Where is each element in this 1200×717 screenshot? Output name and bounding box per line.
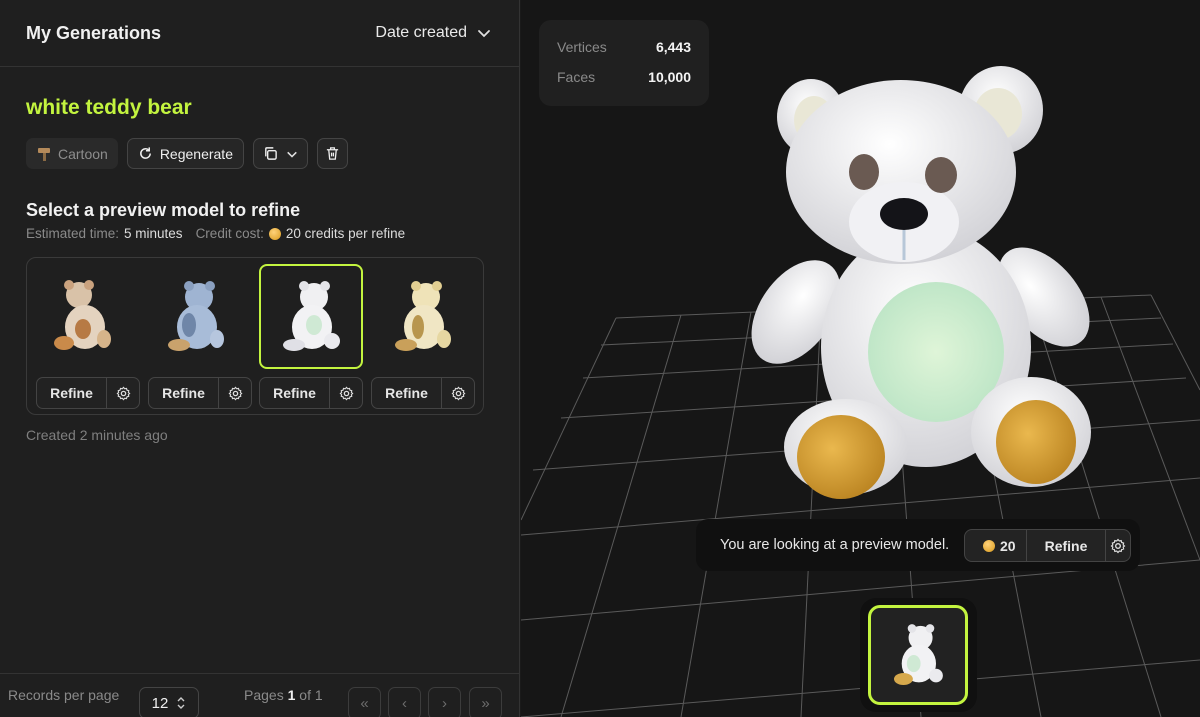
style-tag: Cartoon [26, 138, 118, 169]
records-per-page-value: 12 [151, 694, 169, 712]
stat-value: 10,000 [648, 69, 691, 85]
estimated-time-value: 5 minutes [124, 226, 183, 241]
next-page-button[interactable]: › [428, 687, 461, 717]
preview-thumbnail[interactable] [144, 264, 248, 369]
chevron-down-icon [478, 30, 490, 38]
delete-button[interactable] [316, 138, 348, 169]
sort-dropdown[interactable]: Date created [375, 24, 491, 42]
preview-grid: Refine Refine Refine Refine [26, 257, 484, 415]
teddy-bear-thumbnail [168, 280, 224, 351]
generation-actions: Cartoon Regenerate [26, 138, 348, 169]
credit-cost-label: Credit cost: [195, 226, 264, 241]
copy-icon [265, 147, 277, 160]
pages-suffix: of 1 [299, 687, 323, 703]
model-switcher [860, 598, 977, 712]
credit-cost: 20 [965, 530, 1027, 561]
teddy-bear-thumbnail [54, 279, 111, 350]
panel-header: My Generations Date created [0, 0, 519, 67]
preview-card: Refine [371, 264, 475, 409]
teddy-bear-thumbnail [395, 280, 451, 351]
credit-cost-value: 20 credits per refine [285, 226, 406, 241]
preview-actions: 20 Refine [964, 529, 1131, 562]
refine-button[interactable]: Refine [149, 378, 219, 408]
preview-message: You are looking at a preview model. [720, 537, 950, 553]
records-per-page-label: Records per page [8, 687, 120, 703]
gear-icon [451, 386, 465, 400]
teddy-bear-model [751, 66, 1091, 499]
settings-button[interactable] [442, 378, 474, 408]
chevron-updown-icon [177, 697, 185, 709]
preview-thumbnail[interactable] [32, 264, 136, 369]
preview-card-selected: Refine [259, 264, 363, 409]
gear-icon [116, 386, 130, 400]
created-timestamp: Created 2 minutes ago [26, 427, 168, 443]
style-tag-label: Cartoon [58, 145, 108, 162]
settings-button[interactable] [107, 378, 139, 408]
stat-label: Faces [557, 69, 596, 85]
regenerate-label: Regenerate [159, 145, 233, 162]
model-stats: Vertices 6,443 Faces 10,000 [539, 20, 709, 106]
model-viewport[interactable]: Vertices 6,443 Faces 10,000 You are look… [521, 0, 1200, 717]
preview-card-actions: Refine [259, 377, 363, 409]
chevron-right-icon: › [442, 695, 447, 712]
current-page: 1 [287, 687, 296, 703]
chevron-down-icon [287, 151, 297, 158]
refine-button[interactable]: Refine [1027, 530, 1107, 561]
preview-card-actions: Refine [148, 377, 252, 409]
chevron-left-icon: ‹ [402, 695, 407, 712]
first-page-button[interactable]: « [348, 687, 381, 717]
teddy-bear-thumbnail [894, 624, 943, 685]
stat-row: Vertices 6,443 [557, 39, 691, 69]
credit-amount: 20 [1000, 537, 1016, 554]
preview-card: Refine [32, 264, 140, 409]
stat-value: 6,443 [655, 39, 691, 55]
section-title: Select a preview model to refine [26, 200, 301, 220]
pagination-footer: Records per page 12 Pages 1 of 1 « ‹ › » [0, 673, 520, 717]
preview-card: Refine [144, 264, 252, 409]
panel-title: My Generations [26, 22, 162, 43]
settings-button[interactable] [330, 378, 362, 408]
gear-icon [228, 386, 242, 400]
double-chevron-left-icon: « [360, 695, 369, 712]
double-chevron-right-icon: » [481, 695, 490, 712]
preview-thumbnail-selected[interactable] [259, 264, 363, 369]
preview-card-actions: Refine [371, 377, 475, 409]
refine-button[interactable]: Refine [260, 378, 330, 408]
preview-card-actions: Refine [36, 377, 140, 409]
credit-coin-icon [268, 227, 281, 240]
refine-button[interactable]: Refine [372, 378, 442, 408]
last-page-button[interactable]: » [469, 687, 502, 717]
generations-panel: My Generations Date created white teddy … [0, 0, 520, 717]
gear-icon [1110, 538, 1126, 553]
settings-button[interactable] [219, 378, 251, 408]
credit-coin-icon [983, 539, 995, 552]
refine-button[interactable]: Refine [37, 378, 107, 408]
stat-label: Vertices [557, 39, 607, 55]
refresh-icon [139, 147, 151, 159]
stat-row: Faces 10,000 [557, 69, 691, 99]
sort-label: Date created [375, 24, 467, 41]
prev-page-button[interactable]: ‹ [388, 687, 421, 717]
copy-dropdown-button[interactable] [252, 138, 308, 169]
preview-notice-bar: You are looking at a preview model. 20 R… [696, 519, 1140, 571]
preview-thumbnail[interactable] [371, 264, 475, 369]
trash-icon [326, 147, 339, 160]
generation-title: white teddy bear [26, 96, 192, 119]
records-per-page-select[interactable]: 12 [139, 687, 199, 717]
settings-button[interactable] [1106, 538, 1130, 554]
pages-prefix: Pages [244, 687, 284, 703]
estimated-time-label: Estimated time: [26, 226, 120, 241]
active-model-thumbnail[interactable] [868, 605, 968, 705]
hammer-icon [38, 147, 50, 161]
regenerate-button[interactable]: Regenerate [126, 138, 244, 169]
page-indicator: Pages 1 of 1 [244, 687, 323, 703]
teddy-bear-thumbnail [283, 280, 340, 351]
gear-icon [339, 386, 353, 400]
refine-meta: Estimated time: 5 minutes Credit cost: 2… [26, 226, 405, 241]
